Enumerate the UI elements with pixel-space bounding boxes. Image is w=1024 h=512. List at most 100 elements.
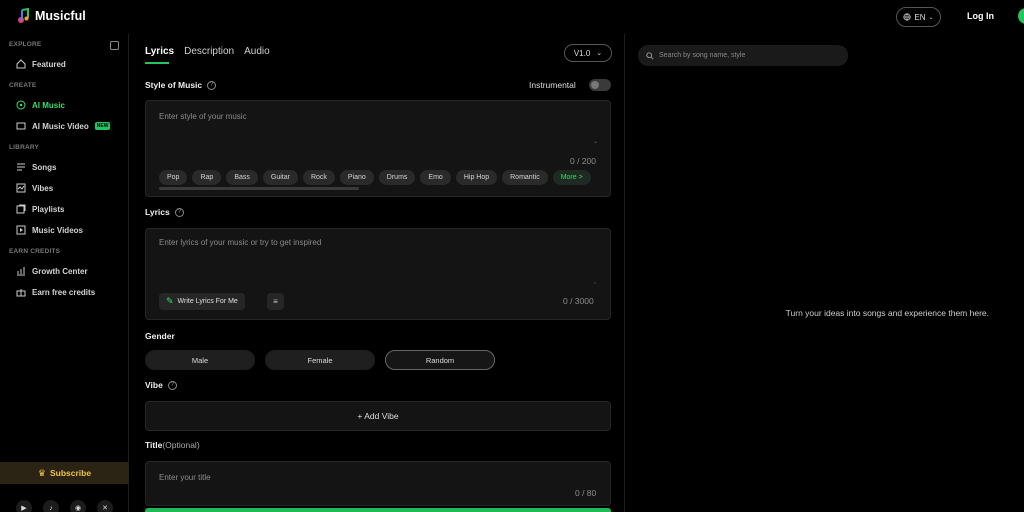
sidebar-item-growth-center[interactable]: Growth Center bbox=[16, 266, 88, 276]
subscribe-label: Subscribe bbox=[49, 468, 92, 478]
lyrics-placeholder: Enter lyrics of your music or try to get… bbox=[159, 238, 322, 247]
video-icon bbox=[16, 122, 26, 130]
help-icon[interactable]: ? bbox=[207, 80, 217, 90]
style-chip[interactable]: Rap bbox=[192, 170, 222, 185]
style-chip[interactable]: Guitar bbox=[262, 170, 298, 185]
chevron-down-icon: ⌄ bbox=[928, 14, 934, 21]
style-counter: 0 / 200 bbox=[570, 156, 596, 166]
write-lyrics-button[interactable]: ✎ Write Lyrics For Me bbox=[159, 293, 245, 310]
style-chips: Pop Rap Bass Guitar Rock Piano Drums Emo… bbox=[159, 170, 591, 185]
wave-icon bbox=[16, 183, 26, 193]
lyrics-format-icon[interactable]: ≡ bbox=[267, 293, 284, 310]
tab-audio[interactable]: Audio bbox=[244, 46, 270, 57]
write-lyrics-label: Write Lyrics For Me bbox=[177, 298, 238, 305]
search-icon bbox=[646, 51, 654, 60]
section-library: LIBRARY bbox=[9, 144, 40, 151]
music-note-logo-icon bbox=[18, 8, 29, 23]
style-label-text: Style of Music bbox=[145, 80, 203, 90]
tab-lyrics[interactable]: Lyrics bbox=[145, 46, 174, 57]
gender-random-button[interactable]: Random bbox=[385, 350, 495, 370]
style-chip[interactable]: Drums bbox=[378, 170, 416, 185]
subscribe-button[interactable]: ♛ Subscribe bbox=[0, 462, 129, 484]
more-styles-button[interactable]: More > bbox=[552, 170, 591, 185]
instrumental-toggle[interactable] bbox=[589, 79, 611, 91]
sidebar-item-ai-music-video[interactable]: AI Music Video NEW bbox=[16, 121, 111, 131]
section-create: CREATE bbox=[9, 82, 37, 89]
language-selector[interactable]: EN ⌄ bbox=[896, 7, 941, 27]
sidebar-item-music-videos[interactable]: Music Videos bbox=[16, 225, 83, 235]
lyrics-label-text: Lyrics bbox=[145, 207, 170, 217]
sidebar-label: Songs bbox=[32, 162, 57, 172]
version-label: V1.0 bbox=[573, 48, 591, 58]
sidebar-label: Playlists bbox=[32, 204, 65, 214]
youtube-icon[interactable]: ▶ bbox=[16, 500, 32, 512]
gift-icon bbox=[16, 289, 26, 297]
create-panel: Lyrics Description Audio V1.0 ⌄ Style of… bbox=[130, 34, 625, 512]
gender-male-button[interactable]: Male bbox=[145, 350, 255, 370]
section-earn-credits: EARN CREDITS bbox=[9, 248, 61, 255]
sidebar-item-featured[interactable]: Featured bbox=[16, 59, 66, 69]
avatar[interactable] bbox=[1018, 8, 1024, 24]
top-bar: Musicful EN ⌄ Log In bbox=[0, 0, 1024, 34]
search-input[interactable]: Search by song name, style bbox=[659, 52, 745, 59]
sidebar-label: Earn free credits bbox=[32, 287, 96, 297]
style-chip[interactable]: Emo bbox=[420, 170, 451, 185]
style-chip[interactable]: Hip Hop bbox=[455, 170, 498, 185]
sidebar-label: Vibes bbox=[32, 183, 54, 193]
sidebar-label: AI Music bbox=[32, 100, 65, 110]
resize-handle-icon[interactable]: ⌃ bbox=[593, 141, 598, 148]
version-selector[interactable]: V1.0 ⌄ bbox=[564, 44, 612, 62]
search-bar[interactable]: Search by song name, style bbox=[638, 45, 848, 66]
language-label: EN bbox=[914, 12, 926, 22]
style-input-box[interactable]: Enter style of your music ⌃ 0 / 200 Pop … bbox=[145, 100, 611, 197]
tiktok-icon[interactable]: ♪ bbox=[43, 500, 59, 512]
add-vibe-button[interactable]: + Add Vibe bbox=[145, 401, 611, 431]
new-badge: NEW bbox=[94, 122, 111, 130]
style-label: Style of Music ? bbox=[145, 80, 217, 90]
sidebar: EXPLORE Featured CREATE AI Music AI Musi… bbox=[0, 34, 129, 512]
tab-description[interactable]: Description bbox=[184, 46, 234, 57]
section-explore: EXPLORE bbox=[9, 41, 42, 48]
create-button[interactable] bbox=[145, 508, 611, 512]
gender-female-button[interactable]: Female bbox=[265, 350, 375, 370]
style-chip[interactable]: Piano bbox=[339, 170, 374, 185]
sidebar-item-vibes[interactable]: Vibes bbox=[16, 183, 53, 193]
help-icon[interactable]: ? bbox=[167, 380, 177, 390]
sidebar-item-songs[interactable]: Songs bbox=[16, 162, 56, 172]
chips-scrollbar[interactable] bbox=[159, 187, 359, 190]
app-name: Musicful bbox=[35, 9, 86, 23]
magic-wand-icon: ✎ bbox=[166, 296, 174, 306]
sidebar-label: AI Music Video bbox=[32, 121, 89, 131]
list-icon bbox=[17, 163, 25, 171]
logo[interactable]: Musicful bbox=[16, 8, 86, 24]
sidebar-item-playlists[interactable]: Playlists bbox=[16, 204, 64, 214]
results-panel: Search by song name, style Turn your ide… bbox=[626, 34, 1024, 512]
title-label: Title (Optional) bbox=[145, 440, 200, 450]
style-chip[interactable]: Bass bbox=[226, 170, 258, 185]
sidebar-label: Growth Center bbox=[32, 266, 88, 276]
sidebar-item-earn-free-credits[interactable]: Earn free credits bbox=[16, 287, 95, 297]
vibe-label-text: Vibe bbox=[145, 380, 163, 390]
sidebar-label: Featured bbox=[32, 59, 66, 69]
social-links: ▶ ♪ ◉ ✕ bbox=[16, 500, 113, 512]
x-icon[interactable]: ✕ bbox=[97, 500, 113, 512]
chevron-down-icon: ⌄ bbox=[596, 50, 603, 57]
title-counter: 0 / 80 bbox=[575, 488, 597, 498]
tab-bar: Lyrics Description Audio bbox=[145, 46, 270, 57]
style-chip[interactable]: Rock bbox=[302, 170, 335, 185]
discord-icon[interactable]: ◉ bbox=[70, 500, 86, 512]
login-button[interactable]: Log In bbox=[967, 11, 994, 21]
resize-handle-icon[interactable]: ⌟ bbox=[593, 278, 596, 285]
sidebar-item-ai-music[interactable]: AI Music bbox=[16, 100, 65, 110]
help-icon[interactable]: ? bbox=[174, 207, 184, 217]
title-input-box[interactable]: Enter your title 0 / 80 bbox=[145, 461, 611, 506]
lyrics-input-box[interactable]: Enter lyrics of your music or try to get… bbox=[145, 228, 611, 320]
title-label-text: Title bbox=[145, 440, 163, 450]
collapse-sidebar-icon[interactable] bbox=[110, 41, 119, 50]
empty-state-message: Turn your ideas into songs and experienc… bbox=[785, 308, 989, 318]
chart-icon bbox=[17, 267, 25, 276]
style-chip[interactable]: Pop bbox=[159, 170, 188, 185]
vibe-label: Vibe ? bbox=[145, 380, 177, 390]
style-chip[interactable]: Romantic bbox=[502, 170, 548, 185]
title-optional-text: (Optional) bbox=[162, 440, 200, 450]
